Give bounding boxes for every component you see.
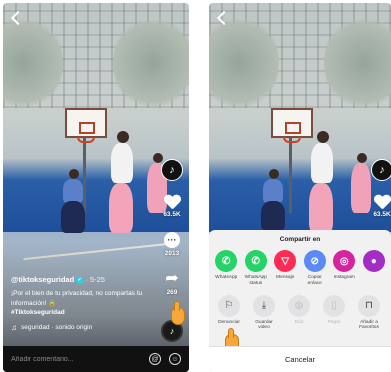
- share-option-label: Instagram: [333, 275, 355, 280]
- action-option-label: Guardar video: [255, 319, 273, 331]
- caption-header: @tiktokseguridad ✓ · 5-25: [11, 275, 151, 284]
- message-icon: ▽: [274, 250, 297, 272]
- share-actions-row: ⚐ Denunciar ⤓ Guardar video ◍ Dúo ▯ Pegar ⊓ Añadi…: [209, 294, 391, 332]
- share-button[interactable]: ➦ 269: [165, 270, 179, 297]
- comment-input[interactable]: [11, 355, 141, 363]
- player-defender-legs: [261, 201, 285, 231]
- more-share-icon: ●: [362, 250, 385, 272]
- action-option-label: Denunciar: [218, 319, 240, 325]
- share-sheet: Compartir en ✆ WhatsApp ✆ WhatsApp status ▽ M…: [209, 230, 391, 372]
- action-option-download[interactable]: ⤓ Guardar video: [250, 294, 278, 332]
- player-defender: [263, 179, 283, 203]
- like-button[interactable]: 63.5K: [373, 195, 390, 218]
- share-option-link[interactable]: ⊘ Copiar enlace: [303, 250, 327, 287]
- heart-icon: [164, 195, 180, 209]
- whatsapp-status-icon: ✆: [244, 250, 267, 272]
- like-count: 63.5K: [373, 211, 391, 218]
- share-count: 269: [166, 289, 178, 296]
- caption-text: ¡Por el bien de tu privacidad, no compar…: [11, 290, 143, 307]
- player-right: [351, 163, 371, 213]
- like-button[interactable]: 63.5K: [163, 195, 180, 218]
- backboard: [271, 108, 313, 138]
- share-option-whatsapp-status[interactable]: ✆ WhatsApp status: [245, 250, 268, 287]
- hoop-pole: [83, 133, 86, 213]
- share-option-label: Mensaje: [276, 275, 295, 280]
- video-screen-right: ♪ 63.5K Compartir en ✆ WhatsApp ✆ WhatsApp …: [209, 3, 391, 372]
- comment-bar: @ ☺: [3, 346, 189, 372]
- bookmark-icon: ⊓: [358, 294, 380, 317]
- tree: [113, 13, 189, 113]
- caption-hashtag[interactable]: #Tiktokseguridad: [11, 309, 151, 316]
- player-pants: [309, 183, 333, 233]
- backboard: [65, 108, 107, 138]
- hoop-pole: [289, 133, 292, 213]
- action-rail: ♪ 63.5K ··· 2013 ➦ 269: [159, 159, 185, 296]
- player-jumping: [311, 143, 333, 183]
- music-info[interactable]: ♫ seguridad · sonido origin: [11, 323, 151, 332]
- share-option-message[interactable]: ▽ Mensaje: [274, 250, 297, 287]
- instagram-icon: ◎: [333, 250, 356, 272]
- music-title: seguridad · sonido origin: [21, 324, 93, 331]
- share-option-whatsapp[interactable]: ✆ WhatsApp: [215, 250, 238, 287]
- whatsapp-icon: ✆: [215, 250, 238, 272]
- comment-button[interactable]: ··· 2013: [164, 232, 180, 257]
- share-option-label: WhatsApp: [215, 275, 238, 280]
- player-defender-legs: [61, 201, 85, 233]
- player-head: [69, 169, 79, 179]
- share-arrow-icon: ➦: [165, 270, 179, 287]
- player-head: [117, 131, 129, 143]
- player-defender: [63, 179, 83, 203]
- player-jumping: [111, 143, 133, 183]
- action-option-flag[interactable]: ⚐ Denunciar: [215, 294, 243, 332]
- player-head: [357, 153, 367, 163]
- heart-icon: [374, 195, 390, 209]
- comment-icon: ···: [164, 232, 180, 248]
- hoop-rim: [77, 137, 95, 143]
- share-option-more-share[interactable]: ●: [362, 250, 386, 287]
- creator-avatar[interactable]: ♪: [161, 159, 183, 181]
- duet-icon: ◍: [288, 294, 310, 317]
- tutorial-stage: ♪ 63.5K ··· 2013 ➦ 269 @tiktokseguridad …: [0, 0, 391, 372]
- action-option-label: Añadir a Favoritos: [359, 319, 379, 331]
- player-head: [317, 131, 329, 143]
- share-targets-row: ✆ WhatsApp ✆ WhatsApp status ▽ Mensaje ⊘ Copiar…: [209, 250, 391, 287]
- share-option-instagram[interactable]: ◎ Instagram: [333, 250, 356, 287]
- like-count: 63.5K: [163, 211, 181, 218]
- music-note-icon: ♫: [11, 323, 17, 332]
- post-date: · 5-25: [85, 275, 105, 285]
- action-option-label: Pegar: [327, 319, 341, 325]
- action-rail: ♪ 63.5K: [369, 159, 391, 218]
- mention-icon[interactable]: @: [149, 353, 161, 365]
- share-option-label: WhatsApp status: [244, 275, 267, 286]
- share-sheet-title: Compartir en: [279, 236, 321, 243]
- download-icon: ⤓: [253, 294, 275, 317]
- action-option-bookmark[interactable]: ⊓ Añadir a Favoritos: [355, 294, 383, 332]
- player-pants: [109, 183, 133, 233]
- flag-icon: ⚐: [218, 294, 240, 317]
- hoop-rim: [283, 137, 301, 143]
- emoji-icon[interactable]: ☺: [169, 353, 181, 365]
- link-icon: ⊘: [303, 250, 326, 272]
- creator-username[interactable]: @tiktokseguridad: [11, 275, 74, 284]
- action-option-label: Dúo: [294, 319, 304, 325]
- comment-count: 2013: [164, 250, 180, 257]
- action-option-sticker: ▯ Pegar: [320, 294, 348, 332]
- action-option-duet: ◍ Dúo: [285, 294, 313, 332]
- verified-badge-icon: ✓: [76, 276, 84, 284]
- player-head: [269, 169, 279, 179]
- share-option-label: Copiar enlace: [307, 275, 322, 286]
- pointing-hand-icon: [171, 301, 185, 325]
- sticker-icon: ▯: [323, 294, 345, 317]
- creator-avatar[interactable]: ♪: [371, 159, 391, 181]
- video-caption: @tiktokseguridad ✓ · 5-25 ¡Por el bien d…: [11, 275, 151, 332]
- video-screen-left: ♪ 63.5K ··· 2013 ➦ 269 @tiktokseguridad …: [3, 3, 189, 372]
- cancel-button[interactable]: Cancelar: [209, 346, 391, 372]
